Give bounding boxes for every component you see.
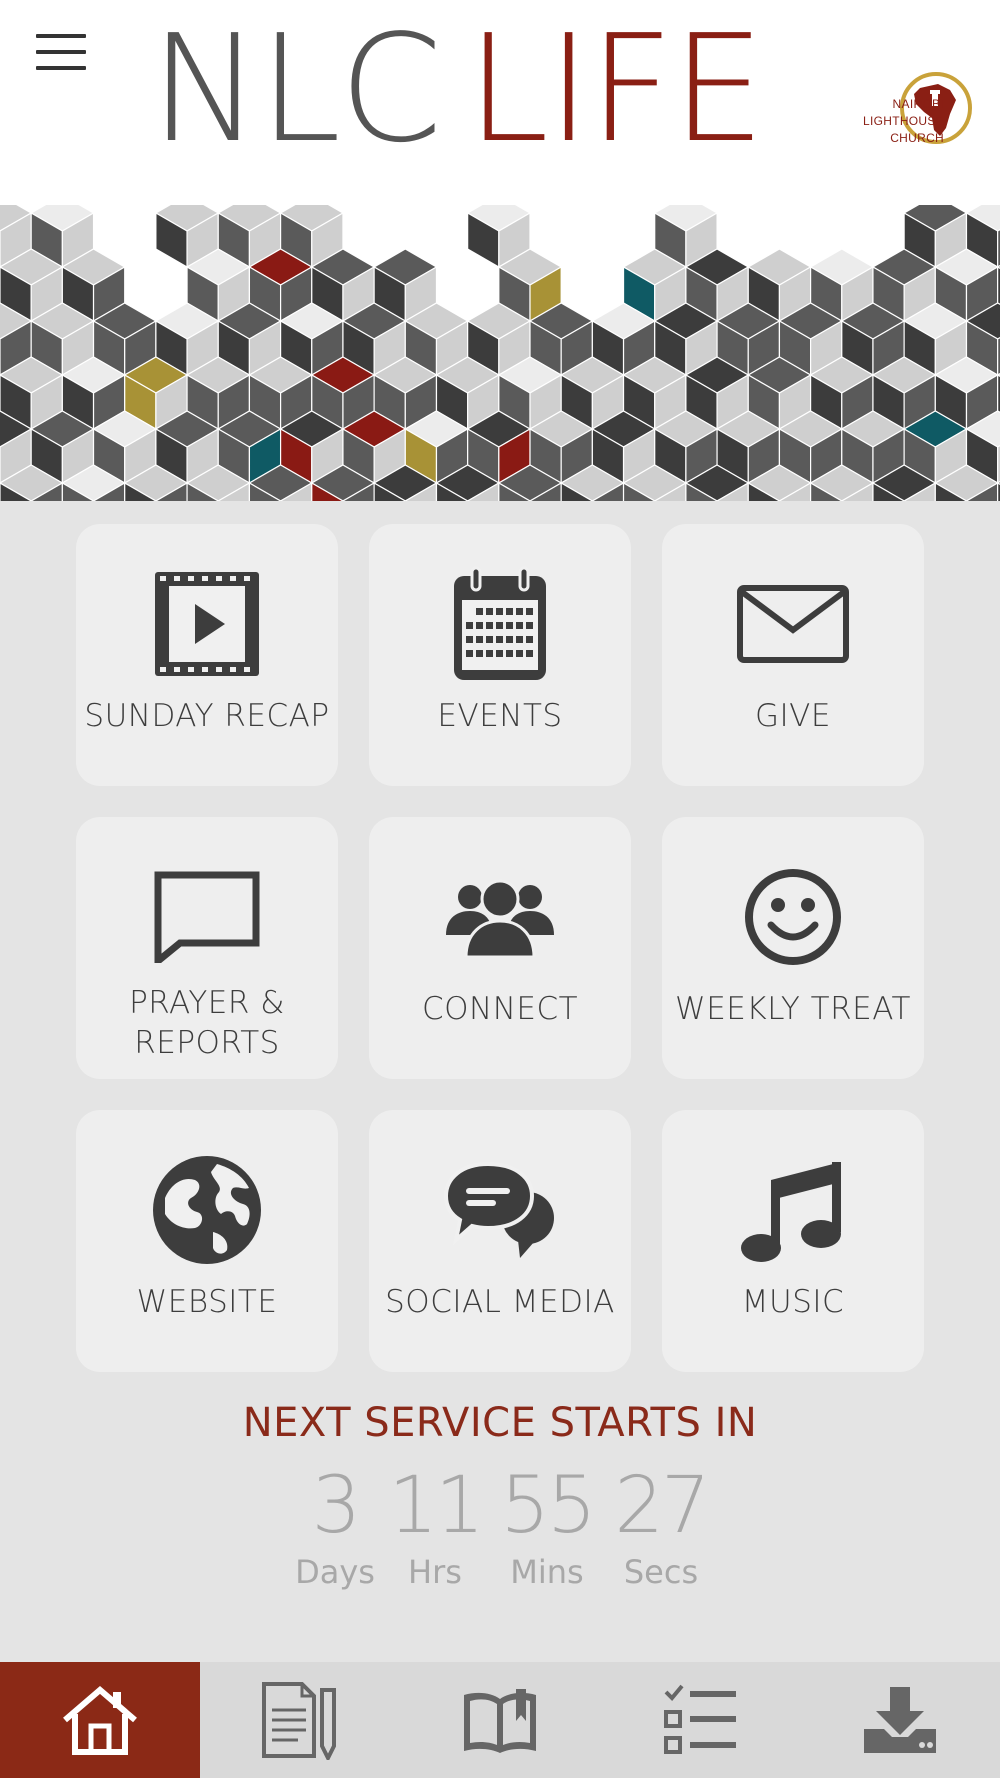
countdown-mins: 55 Mins <box>492 1460 602 1592</box>
tile-give[interactable]: GIVE <box>662 524 924 786</box>
smiley-face-icon <box>662 857 924 977</box>
countdown-mins-label: Mins <box>510 1553 584 1591</box>
countdown-days-value: 3 <box>311 1461 362 1551</box>
countdown-hours-value: 11 <box>388 1461 484 1551</box>
app-logo: NLC LIFE <box>150 14 765 164</box>
tile-connect[interactable]: CONNECT <box>369 817 631 1079</box>
church-name-line: LIGHTHOUSE <box>862 114 944 128</box>
countdown-timer: 3 Days 11 Hrs 55 Mins 27 Secs <box>280 1460 720 1592</box>
nav-download[interactable] <box>800 1662 1000 1778</box>
tile-social-media[interactable]: SOCIAL MEDIA <box>369 1110 631 1372</box>
countdown-secs: 27 Secs <box>606 1460 716 1592</box>
calendar-icon <box>369 564 631 684</box>
film-play-icon <box>76 564 338 684</box>
tile-label: REPORTS <box>134 1025 280 1061</box>
countdown-title: NEXT SERVICE STARTS IN <box>242 1400 758 1446</box>
tile-label: WEBSITE <box>136 1284 278 1320</box>
open-book-bookmark-icon <box>464 1689 536 1753</box>
tile-label: SOCIAL MEDIA <box>385 1284 615 1320</box>
tile-label: CONNECT <box>421 991 579 1027</box>
nav-home[interactable] <box>0 1662 200 1778</box>
envelope-icon <box>662 564 924 684</box>
tile-label: MUSIC <box>741 1284 845 1320</box>
hamburger-menu-icon[interactable] <box>36 34 90 74</box>
tile-website[interactable]: WEBSITE <box>76 1110 338 1372</box>
church-name-line: NAIROBI <box>892 97 944 111</box>
tile-prayer-reports[interactable]: PRAYER & REPORTS <box>76 817 338 1079</box>
tile-label: PRAYER & <box>129 985 285 1021</box>
countdown-hours: 11 Hrs <box>382 1460 488 1592</box>
countdown-secs-label: Secs <box>623 1553 699 1591</box>
logo-nlc-text: NLC <box>150 3 443 175</box>
music-note-icon <box>662 1150 924 1270</box>
speech-bubble-icon <box>76 857 338 977</box>
app-header: NLC LIFE NAIROBI LIGHTHOUSE CHURCH <box>0 0 1000 205</box>
church-logo: NAIROBI LIGHTHOUSE CHURCH <box>844 70 974 150</box>
notes-pencil-icon <box>262 1682 336 1760</box>
logo-life-text: LIFE <box>466 3 766 175</box>
tile-music[interactable]: MUSIC <box>662 1110 924 1372</box>
home-icon <box>63 1686 137 1755</box>
chat-bubbles-icon <box>369 1150 631 1270</box>
tile-sunday-recap[interactable]: SUNDAY RECAP <box>76 524 338 786</box>
countdown-secs-value: 27 <box>614 1461 710 1551</box>
church-name-line: CHURCH <box>890 131 944 145</box>
download-icon <box>864 1687 936 1753</box>
tile-label: EVENTS <box>437 698 563 734</box>
countdown-days-label: Days <box>295 1553 375 1591</box>
tile-label: SUNDAY RECAP <box>84 698 330 734</box>
nav-bible[interactable] <box>400 1662 600 1778</box>
nav-notes[interactable] <box>200 1662 400 1778</box>
checklist-icon <box>664 1684 736 1754</box>
tile-label: WEEKLY TREAT <box>675 991 911 1027</box>
countdown-days: 3 Days <box>290 1460 380 1592</box>
tile-label: GIVE <box>755 698 831 734</box>
cube-pattern-banner <box>0 205 1000 501</box>
countdown-hours-label: Hrs <box>408 1553 462 1591</box>
globe-icon <box>76 1150 338 1270</box>
tile-weekly-treat[interactable]: WEEKLY TREAT <box>662 817 924 1079</box>
countdown-mins-value: 55 <box>500 1461 596 1551</box>
people-group-icon <box>369 857 631 977</box>
tile-events[interactable]: EVENTS <box>369 524 631 786</box>
bottom-nav-bar <box>0 1662 1000 1778</box>
nav-checklist[interactable] <box>600 1662 800 1778</box>
